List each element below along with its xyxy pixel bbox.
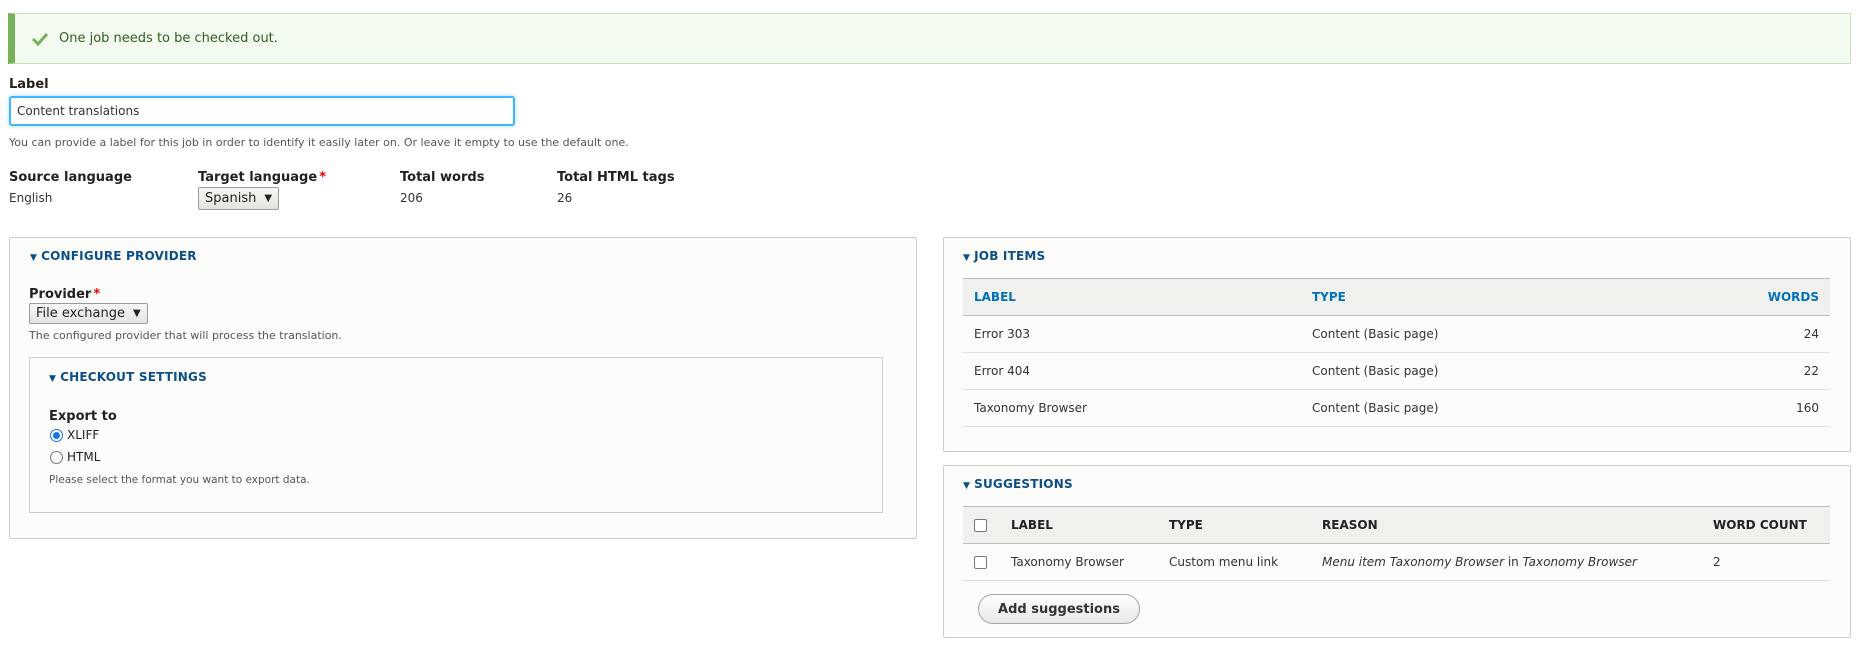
provider-description: The configured provider that will proces…: [29, 329, 342, 342]
suggestion-reason-in: in: [1504, 555, 1523, 569]
checkout-settings-summary[interactable]: ▼ CHECKOUT SETTINGS: [49, 370, 207, 384]
total-words-label: Total words: [400, 170, 485, 185]
add-suggestions-button[interactable]: Add suggestions: [978, 594, 1140, 624]
suggestion-label: Taxonomy Browser: [1000, 543, 1158, 581]
job-item-type: Content (Basic page): [1301, 389, 1656, 427]
job-item-words: 24: [1655, 315, 1830, 353]
column-header-reason: REASON: [1311, 506, 1702, 544]
row-select-cell: [963, 543, 1000, 581]
column-header-words[interactable]: WORDS: [1655, 278, 1830, 316]
job-items-title: JOB ITEMS: [974, 249, 1046, 263]
column-header-type: TYPE: [1158, 506, 1311, 544]
radio-html[interactable]: HTML: [50, 450, 100, 464]
suggestions-table: LABEL TYPE REASON WORD COUNT Taxonomy Br…: [963, 506, 1830, 581]
source-language-label: Source language: [9, 170, 132, 185]
row-checkbox[interactable]: [974, 556, 987, 569]
required-marker: *: [319, 170, 326, 185]
column-header-type[interactable]: TYPE: [1301, 278, 1656, 316]
suggestions-summary[interactable]: ▼ SUGGESTIONS: [963, 477, 1073, 491]
configure-provider-summary[interactable]: ▼ CONFIGURE PROVIDER: [30, 249, 197, 263]
required-marker: *: [93, 287, 101, 302]
collapse-arrow-icon: ▼: [49, 374, 57, 384]
target-language-value: Spanish: [205, 191, 257, 206]
total-words-value: 206: [400, 191, 423, 205]
radio-html-label: HTML: [67, 450, 101, 464]
select-all-checkbox[interactable]: [974, 519, 987, 532]
job-item-words: 160: [1655, 389, 1830, 427]
target-language-info: Target language * Spanish ▼: [198, 170, 326, 210]
suggestion-word-count: 2: [1702, 543, 1830, 581]
label-input[interactable]: [9, 96, 515, 126]
export-to-label: Export to: [49, 409, 117, 424]
collapse-arrow-icon: ▼: [963, 253, 971, 263]
table-header-row: LABEL TYPE WORDS: [963, 278, 1830, 316]
radio-xliff[interactable]: XLIFF: [50, 428, 99, 442]
suggestions-title: SUGGESTIONS: [974, 477, 1073, 491]
table-row: Error 404 Content (Basic page) 22: [963, 352, 1830, 390]
source-language-info: Source language English: [9, 170, 132, 205]
job-items-table: LABEL TYPE WORDS Error 303 Content (Basi…: [963, 278, 1830, 427]
suggestion-reason-menu: Taxonomy Browser: [1522, 555, 1637, 569]
suggestion-reason-item: Menu item Taxonomy Browser: [1322, 555, 1504, 569]
job-item-type: Content (Basic page): [1301, 315, 1656, 353]
suggestion-reason: Menu item Taxonomy Browser in Taxonomy B…: [1311, 543, 1702, 581]
total-html-tags-value: 26: [557, 191, 573, 205]
total-html-tags-info: Total HTML tags 26: [557, 170, 675, 205]
job-item-type: Content (Basic page): [1301, 352, 1656, 390]
source-language-value: English: [9, 191, 53, 205]
target-language-label: Target language: [198, 170, 318, 185]
job-items-summary[interactable]: ▼ JOB ITEMS: [963, 249, 1045, 263]
total-words-info: Total words 206: [400, 170, 484, 205]
job-item-label: Error 303: [963, 315, 1301, 353]
table-header-row: LABEL TYPE REASON WORD COUNT: [963, 506, 1830, 544]
provider-select[interactable]: File exchange ▼: [29, 303, 148, 324]
collapse-arrow-icon: ▼: [963, 481, 971, 491]
provider-label: Provider: [29, 287, 92, 302]
radio-xliff-label: XLIFF: [67, 428, 100, 442]
column-header-label[interactable]: LABEL: [963, 278, 1301, 316]
radio-button[interactable]: [50, 450, 63, 464]
total-html-tags-label: Total HTML tags: [557, 170, 675, 185]
provider-value: File exchange: [36, 306, 125, 321]
job-item-label: Error 404: [963, 352, 1301, 390]
provider-field: Provider * File exchange ▼: [29, 287, 148, 324]
checkout-settings-title: CHECKOUT SETTINGS: [60, 370, 207, 384]
table-row: Error 303 Content (Basic page) 24: [963, 315, 1830, 353]
column-header-word-count: WORD COUNT: [1702, 506, 1830, 544]
label-description: You can provide a label for this job in …: [9, 136, 629, 149]
dropdown-arrow-icon: ▼: [132, 308, 141, 319]
suggestion-type: Custom menu link: [1158, 543, 1311, 581]
label-field-label: Label: [9, 77, 49, 92]
target-language-select[interactable]: Spanish ▼: [198, 187, 280, 210]
status-message-text: One job needs to be checked out.: [59, 31, 278, 46]
column-header-label: LABEL: [1000, 506, 1158, 544]
checkmark-icon: [31, 32, 49, 46]
radio-button-selected[interactable]: [50, 428, 63, 442]
export-description: Please select the format you want to exp…: [49, 474, 310, 486]
collapse-arrow-icon: ▼: [30, 253, 38, 263]
dropdown-arrow-icon: ▼: [264, 193, 273, 204]
job-item-label: Taxonomy Browser: [963, 389, 1301, 427]
job-item-words: 22: [1655, 352, 1830, 390]
select-all-cell: [963, 506, 1000, 544]
table-row: Taxonomy Browser Content (Basic page) 16…: [963, 389, 1830, 427]
table-row: Taxonomy Browser Custom menu link Menu i…: [963, 543, 1830, 581]
status-message: One job needs to be checked out.: [8, 13, 1851, 64]
configure-provider-title: CONFIGURE PROVIDER: [41, 249, 197, 263]
